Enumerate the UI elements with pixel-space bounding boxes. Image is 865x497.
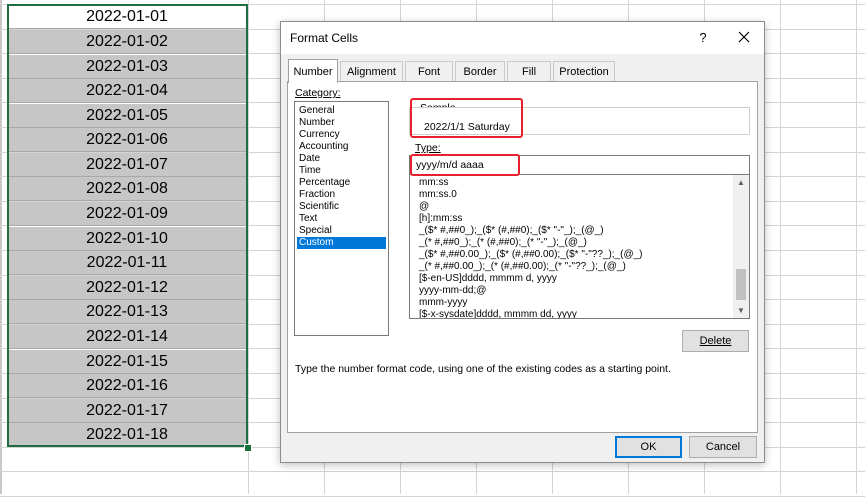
date-cell[interactable]: 2022-01-13 <box>8 300 246 324</box>
scroll-thumb[interactable] <box>736 269 746 300</box>
category-item[interactable]: Date <box>297 153 386 165</box>
category-item[interactable]: Currency <box>297 129 386 141</box>
scroll-up-icon[interactable]: ▲ <box>737 178 745 187</box>
format-code-item[interactable]: mmm-yyyy <box>419 297 467 309</box>
help-button[interactable]: ? <box>693 28 713 48</box>
date-cell[interactable]: 2022-01-10 <box>8 227 246 251</box>
category-item[interactable]: Percentage <box>297 177 386 189</box>
tab-border[interactable]: Border <box>455 61 505 81</box>
date-cell[interactable]: 2022-01-05 <box>8 104 246 128</box>
tab-alignment[interactable]: Alignment <box>340 61 403 81</box>
close-icon[interactable] <box>733 26 755 48</box>
date-cell[interactable]: 2022-01-03 <box>8 55 246 79</box>
format-description: Type the number format code, using one o… <box>295 363 671 375</box>
category-item[interactable]: Text <box>297 213 386 225</box>
format-code-list[interactable]: mm:ss mm:ss.0 @ [h]:mm:ss _($* #,##0_);_… <box>409 175 750 319</box>
date-cell[interactable]: 2022-01-14 <box>8 325 246 349</box>
date-cell[interactable]: 2022-01-01 <box>8 5 246 29</box>
gridline <box>248 0 249 494</box>
format-code-item[interactable]: _($* #,##0.00_);_($* (#,##0.00);_($* "-"… <box>419 249 643 261</box>
category-item[interactable]: Number <box>297 117 386 129</box>
category-item[interactable]: Time <box>297 165 386 177</box>
category-item[interactable]: Special <box>297 225 386 237</box>
category-item[interactable]: Accounting <box>297 141 386 153</box>
format-code-item[interactable]: mm:ss <box>419 177 448 189</box>
format-code-item[interactable]: [$-x-sysdate]dddd, mmmm dd, yyyy <box>419 309 577 318</box>
format-code-item[interactable]: [$-en-US]dddd, mmmm d, yyyy <box>419 273 557 285</box>
date-cell[interactable]: 2022-01-08 <box>8 177 246 201</box>
delete-button[interactable]: Delete <box>682 330 749 352</box>
category-list[interactable]: General Number Currency Accounting Date … <box>294 101 389 336</box>
category-item-selected[interactable]: Custom <box>297 237 386 249</box>
sample-value: 2022/1/1 Saturday <box>424 121 510 133</box>
type-label: Type: <box>415 142 441 154</box>
sample-box: 2022/1/1 Saturday <box>409 107 750 135</box>
dialog-titlebar[interactable]: Format Cells ? <box>281 22 764 54</box>
category-item[interactable]: Scientific <box>297 201 386 213</box>
category-item[interactable]: General <box>297 105 386 117</box>
format-code-item[interactable]: [h]:mm:ss <box>419 213 462 225</box>
date-cell[interactable]: 2022-01-02 <box>8 30 246 54</box>
type-input[interactable]: yyyy/m/d aaaa <box>409 155 750 175</box>
format-code-item[interactable]: _($* #,##0_);_($* (#,##0);_($* "-"_);_(@… <box>419 225 604 237</box>
scroll-down-icon[interactable]: ▼ <box>737 306 745 315</box>
date-cell[interactable]: 2022-01-16 <box>8 374 246 398</box>
tab-protection[interactable]: Protection <box>553 61 615 81</box>
tab-number[interactable]: Number <box>288 59 338 83</box>
date-cell[interactable]: 2022-01-09 <box>8 202 246 226</box>
date-cell[interactable]: 2022-01-17 <box>8 399 246 423</box>
date-cell[interactable]: 2022-01-06 <box>8 128 246 152</box>
date-cell[interactable]: 2022-01-07 <box>8 153 246 177</box>
format-code-item[interactable]: @ <box>419 201 429 213</box>
date-cell[interactable]: 2022-01-11 <box>8 251 246 275</box>
gridline <box>856 0 857 494</box>
date-cell[interactable]: 2022-01-12 <box>8 276 246 300</box>
category-item[interactable]: Fraction <box>297 189 386 201</box>
category-label: Category: <box>295 87 341 99</box>
date-cell[interactable]: 2022-01-04 <box>8 79 246 103</box>
tab-font[interactable]: Font <box>405 61 453 81</box>
dialog-title: Format Cells <box>290 31 359 45</box>
format-code-item[interactable]: _(* #,##0_);_(* (#,##0);_(* "-"_);_(@_) <box>419 237 587 249</box>
date-cell[interactable]: 2022-01-15 <box>8 350 246 374</box>
format-code-item[interactable]: mm:ss.0 <box>419 189 457 201</box>
fill-handle[interactable] <box>244 444 252 452</box>
format-code-item[interactable]: _(* #,##0.00_);_(* (#,##0.00);_(* "-"??_… <box>419 261 626 273</box>
date-cell[interactable]: 2022-01-18 <box>8 423 246 447</box>
format-code-item[interactable]: yyyy-mm-dd;@ <box>419 285 486 297</box>
format-list-scrollbar[interactable]: ▲ ▼ <box>733 175 749 318</box>
gridline <box>780 0 781 494</box>
gridline <box>0 471 865 473</box>
tab-fill[interactable]: Fill <box>507 61 551 81</box>
format-cells-dialog: Format Cells ? Number Alignment Font Bor… <box>280 21 765 463</box>
row-header-edge <box>0 0 2 494</box>
ok-button[interactable]: OK <box>615 436 682 458</box>
cancel-button[interactable]: Cancel <box>689 436 757 458</box>
